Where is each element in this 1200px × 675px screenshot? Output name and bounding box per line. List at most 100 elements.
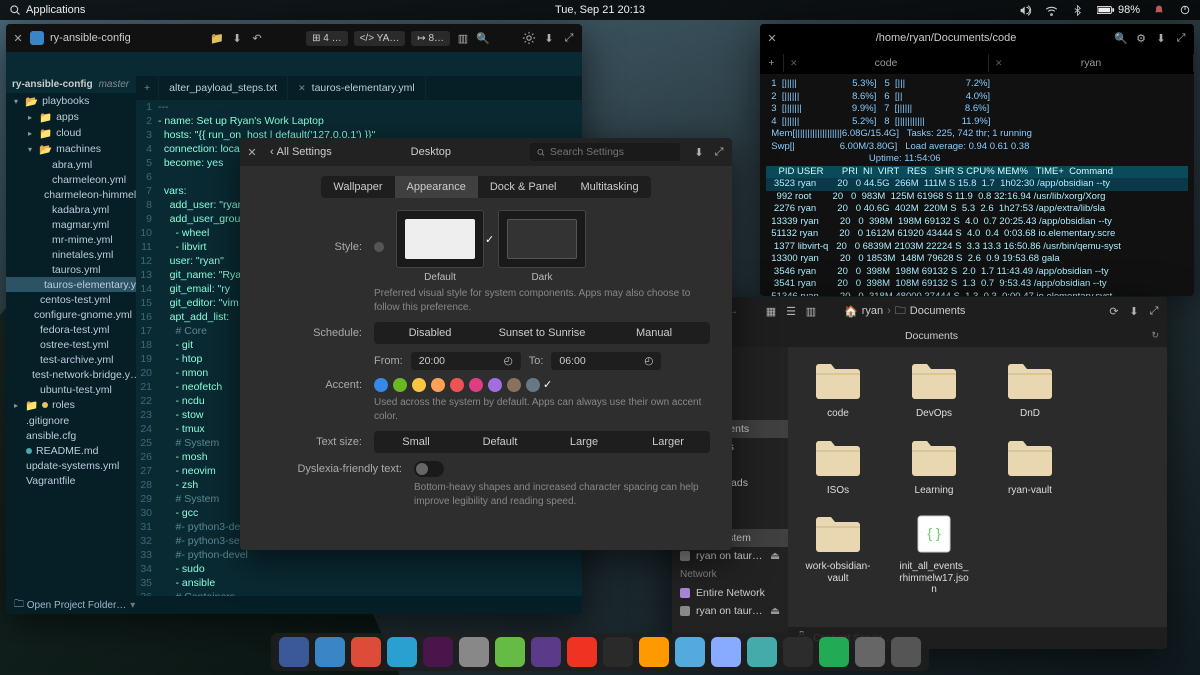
folder-item[interactable]: code <box>802 361 874 420</box>
applications-menu[interactable]: Applications <box>26 4 85 16</box>
gear-icon[interactable] <box>522 31 536 45</box>
tree-item[interactable]: abra.yml <box>6 157 136 172</box>
terminal-tab[interactable]: ✕ryan <box>989 54 1194 72</box>
dock-app-icon[interactable] <box>387 637 417 667</box>
schedule-option[interactable]: Sunset to Sunrise <box>486 322 598 344</box>
settings-tab[interactable]: Dock & Panel <box>478 176 569 198</box>
accent-swatch[interactable] <box>469 378 483 392</box>
settings-tab[interactable]: Appearance <box>395 176 478 198</box>
maximize-icon[interactable]: ⤢ <box>712 145 726 159</box>
sidebar-item[interactable]: ryan on tauros-fedora⏏ <box>672 602 788 620</box>
dock-app-icon[interactable] <box>783 637 813 667</box>
view-grid-icon[interactable]: ▦ <box>764 304 778 318</box>
history-icon[interactable]: ↻ <box>1151 330 1159 341</box>
accent-swatch[interactable] <box>393 378 407 392</box>
folder-open-icon[interactable]: 📁 <box>210 31 224 45</box>
tree-item[interactable]: ostree-test.yml <box>6 337 136 352</box>
files-grid[interactable]: code DevOps DnD ISOs Learning ryan-vault work-… <box>788 347 1167 627</box>
tree-item[interactable]: 📁 cloud <box>6 125 136 141</box>
tree-item[interactable]: mr-mime.yml <box>6 232 136 247</box>
dock-app-icon[interactable] <box>819 637 849 667</box>
revert-icon[interactable]: ↶ <box>250 31 264 45</box>
eject-icon[interactable]: ⏏ <box>770 550 780 562</box>
settings-titlebar[interactable]: ✕ ‹ All Settings Desktop ⬇ ⤢ <box>240 138 732 166</box>
accent-swatch[interactable] <box>488 378 502 392</box>
accent-swatch[interactable] <box>507 378 521 392</box>
dock-app-icon[interactable] <box>459 637 489 667</box>
find-icon[interactable]: 🔍 <box>476 31 490 45</box>
close-icon[interactable]: ✕ <box>766 32 778 44</box>
new-tab-button[interactable]: + <box>760 54 784 72</box>
new-tab-button[interactable]: + <box>136 76 159 100</box>
accent-swatch[interactable] <box>412 378 426 392</box>
close-icon[interactable]: ✕ <box>246 146 258 158</box>
lang-indicator[interactable]: </> YA… <box>354 31 406 46</box>
terminal-tab[interactable]: ✕code <box>784 54 989 72</box>
files-titlebar[interactable]: ✕ ← → ▦ ☰ ▥ 🏠ryan › 🗀Documents ⟳ ⬇ ⤢ <box>672 297 1167 325</box>
gear-icon[interactable]: ⚙ <box>1134 31 1148 45</box>
tree-item[interactable]: fedora-test.yml <box>6 322 136 337</box>
textsize-option[interactable]: Small <box>374 431 458 453</box>
tree-item[interactable]: ansible.cfg <box>6 428 136 443</box>
dock-app-icon[interactable] <box>279 637 309 667</box>
settings-tab[interactable]: Wallpaper <box>321 176 394 198</box>
tree-item[interactable]: README.md <box>6 443 136 458</box>
folder-item[interactable]: DnD <box>994 361 1066 420</box>
clock[interactable]: Tue, Sep 21 20:13 <box>555 4 645 16</box>
tree-item[interactable]: 📁 apps <box>6 109 136 125</box>
view-column-icon[interactable]: ▥ <box>804 304 818 318</box>
dock-app-icon[interactable] <box>675 637 705 667</box>
download-icon[interactable]: ⬇ <box>692 145 706 159</box>
editor-tab[interactable]: alter_payload_steps.txt <box>159 76 288 100</box>
tree-item[interactable]: update-systems.yml <box>6 458 136 473</box>
folder-item[interactable]: ryan-vault <box>994 438 1066 497</box>
accent-swatch[interactable] <box>450 378 464 392</box>
download-icon[interactable]: ⬇ <box>1154 31 1168 45</box>
wifi-icon[interactable] <box>1045 3 1059 17</box>
terminal-output[interactable]: 1 [||||| 5.3%] 5 [||| 7.2%] 2 [|||||| 8.… <box>760 74 1194 296</box>
schedule-option[interactable]: Manual <box>598 322 710 344</box>
sidebar-toggle-icon[interactable]: ▥ <box>456 31 470 45</box>
dock-app-icon[interactable] <box>639 637 669 667</box>
editor-titlebar[interactable]: ✕ ry-ansible-config 📁 ⬇ ↶ ⊞ 4 … </> YA… … <box>6 24 582 52</box>
tree-item[interactable]: 📂 machines <box>6 141 136 157</box>
sidebar-item[interactable]: Entire Network <box>672 584 788 602</box>
tree-item[interactable]: 📂 playbooks <box>6 93 136 109</box>
dock-app-icon[interactable] <box>747 637 777 667</box>
indent-indicator[interactable]: ↦ 8… <box>411 31 450 46</box>
schedule-option[interactable]: Disabled <box>374 322 486 344</box>
maximize-icon[interactable]: ⤢ <box>1147 304 1161 318</box>
textsize-option[interactable]: Large <box>542 431 626 453</box>
folder-item[interactable]: work-obsidian-vault <box>802 514 874 596</box>
spaces-indicator[interactable]: ⊞ 4 … <box>306 31 348 46</box>
search-input[interactable] <box>550 146 674 158</box>
folder-item[interactable]: { }init_all_events_rhimmelw17.json <box>898 514 970 596</box>
folder-item[interactable]: DevOps <box>898 361 970 420</box>
download-icon[interactable]: ⬇ <box>1127 304 1141 318</box>
dock-app-icon[interactable] <box>351 637 381 667</box>
tree-item[interactable]: magmar.yml <box>6 217 136 232</box>
maximize-icon[interactable]: ⤢ <box>562 31 576 45</box>
download-icon[interactable]: ⬇ <box>542 31 556 45</box>
dock-app-icon[interactable] <box>423 637 453 667</box>
tree-item[interactable]: Vagrantfile <box>6 473 136 488</box>
power-icon[interactable] <box>1178 3 1192 17</box>
tree-item[interactable]: configure-gnome.yml <box>6 307 136 322</box>
search-icon[interactable] <box>8 3 22 17</box>
folder-item[interactable]: Learning <box>898 438 970 497</box>
breadcrumb[interactable]: 🏠ryan › 🗀Documents <box>844 302 965 321</box>
terminal-titlebar[interactable]: ✕ /home/ryan/Documents/code 🔍 ⚙ ⬇ ⤢ <box>760 24 1194 52</box>
tree-item[interactable]: tauros-elementary.yml <box>6 277 136 292</box>
tree-item[interactable]: .gitignore <box>6 413 136 428</box>
search-icon[interactable]: 🔍 <box>1114 31 1128 45</box>
accent-swatch[interactable] <box>374 378 388 392</box>
dock-app-icon[interactable] <box>567 637 597 667</box>
theme-option[interactable]: ✓Dark <box>498 210 586 283</box>
settings-tab[interactable]: Multitasking <box>569 176 651 198</box>
folder-item[interactable]: ISOs <box>802 438 874 497</box>
dock-app-icon[interactable] <box>603 637 633 667</box>
maximize-icon[interactable]: ⤢ <box>1174 31 1188 45</box>
tree-item[interactable]: test-archive.yml <box>6 352 136 367</box>
editor-statusbar[interactable]: 🗀 Open Project Folder… ▾ <box>6 596 582 614</box>
editor-tab[interactable]: ✕ tauros-elementary.yml <box>288 76 426 100</box>
